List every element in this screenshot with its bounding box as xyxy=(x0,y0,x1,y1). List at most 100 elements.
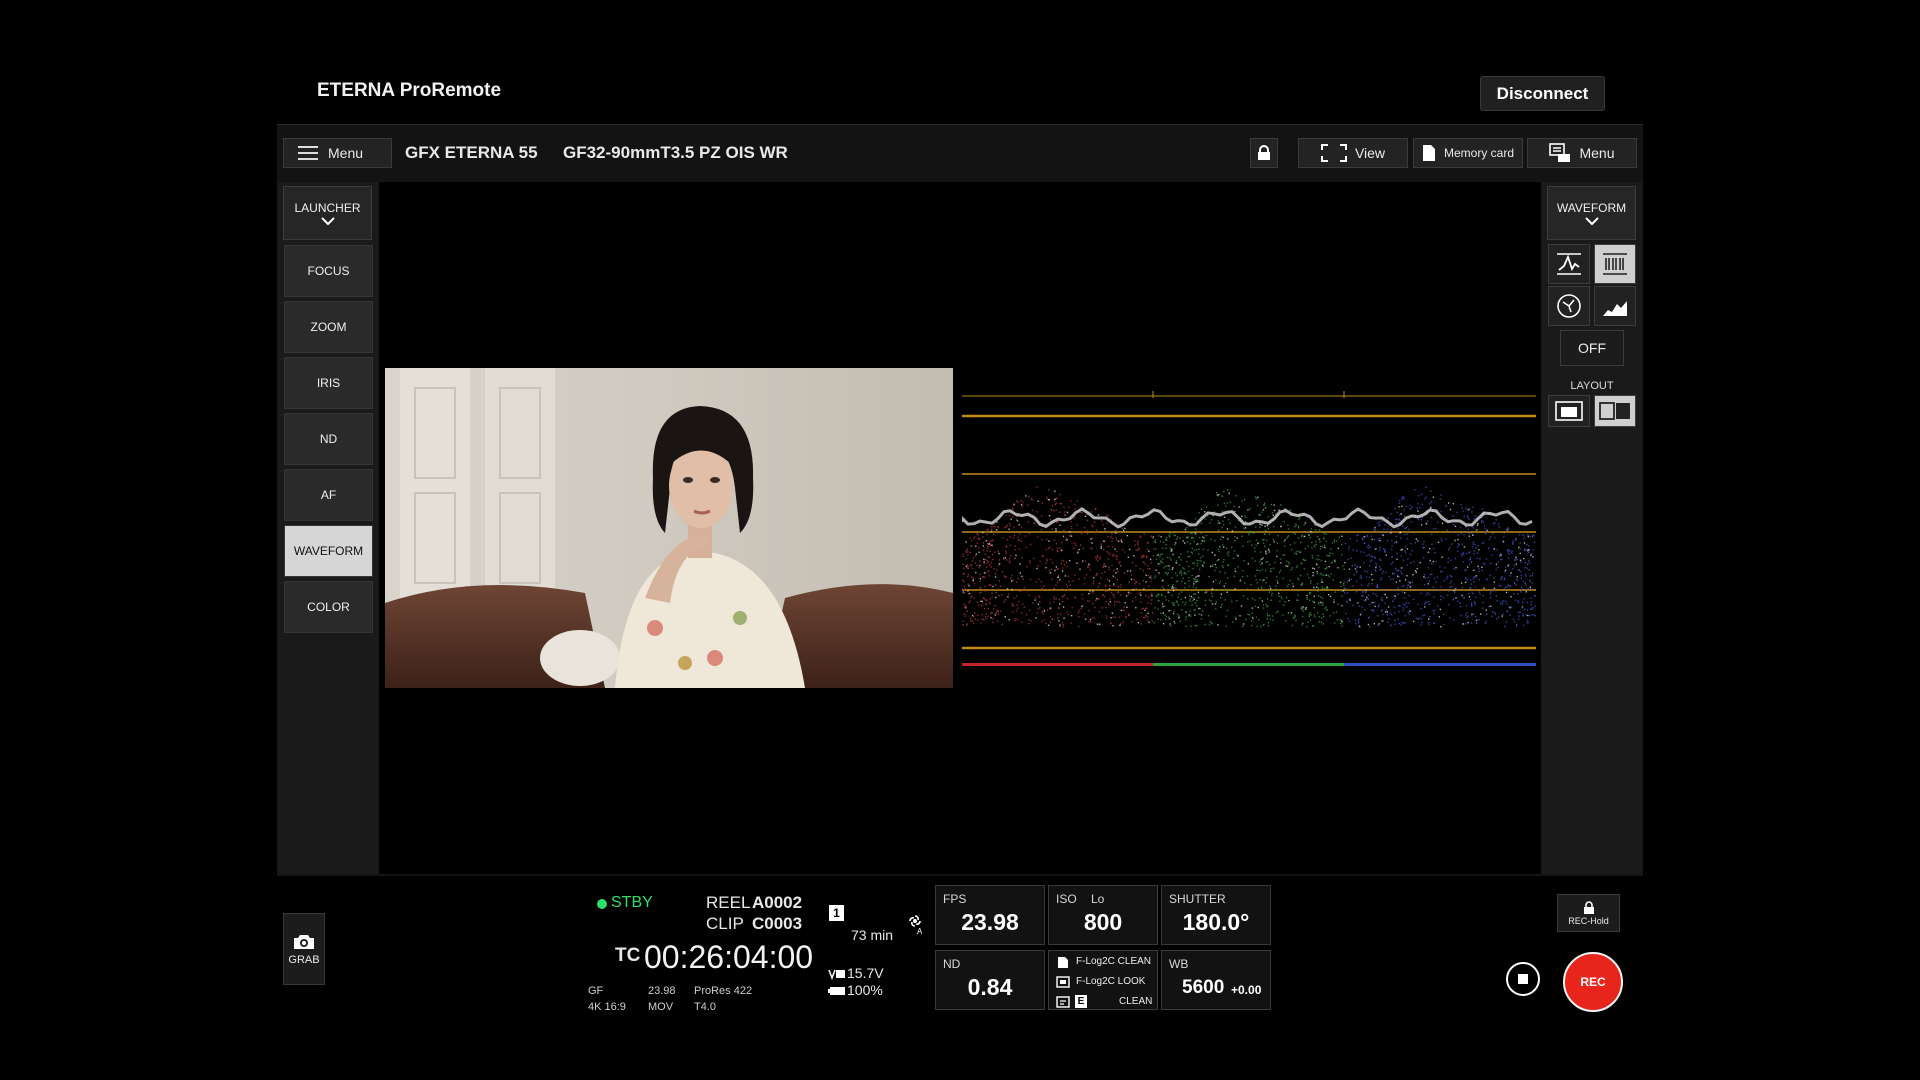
waveform-sample xyxy=(1402,603,1404,605)
rec-button[interactable]: REC xyxy=(1563,952,1623,1012)
waveform-sample xyxy=(1179,570,1182,572)
waveform-sample xyxy=(1140,623,1142,625)
nd-tile[interactable]: ND 0.84 xyxy=(935,950,1045,1010)
waveform-sample xyxy=(1519,552,1521,555)
waveform-sample xyxy=(1411,550,1413,552)
waveform-mode-dropdown[interactable]: WAVEFORM xyxy=(1547,186,1636,240)
waveform-sample xyxy=(1446,529,1448,531)
wb-tile[interactable]: WB 5600 +0.00 xyxy=(1161,950,1271,1010)
wb-value: 5600 xyxy=(1182,977,1225,998)
grab-button[interactable]: GRAB xyxy=(283,913,325,985)
waveform-sample xyxy=(1418,495,1420,497)
waveform-sample xyxy=(1176,613,1179,615)
waveform-sample xyxy=(1515,625,1518,627)
waveform-sample xyxy=(1037,565,1039,567)
rec-hold-button[interactable]: REC-Hold xyxy=(1557,894,1620,932)
waveform-sample xyxy=(1190,532,1193,535)
waveform-sample xyxy=(1070,535,1073,537)
waveform-sample xyxy=(1264,533,1266,535)
launcher-color[interactable]: COLOR xyxy=(284,581,373,633)
waveform-sample xyxy=(1035,597,1037,599)
waveform-sample xyxy=(1261,562,1263,564)
waveform-sample xyxy=(1488,605,1490,608)
waveform-sample xyxy=(1145,590,1148,592)
waveform-sample xyxy=(1247,531,1249,534)
waveform-sample xyxy=(1257,619,1260,621)
waveform-sample xyxy=(985,613,988,615)
waveform-sample xyxy=(1078,625,1080,628)
waveform-sample xyxy=(1004,599,1007,601)
iso-tile[interactable]: ISO Lo 800 xyxy=(1048,885,1158,945)
waveform-sample xyxy=(962,624,965,626)
waveform-sample xyxy=(1119,594,1122,596)
waveform-sample xyxy=(1247,613,1249,615)
shutter-tile[interactable]: SHUTTER 180.0° xyxy=(1161,885,1271,945)
waveform-sample xyxy=(1307,621,1309,623)
launcher-iris[interactable]: IRIS xyxy=(284,357,373,409)
waveform-sample xyxy=(1288,599,1290,602)
waveform-sample xyxy=(1317,587,1319,589)
waveform-sample xyxy=(974,562,977,564)
vectorscope-button[interactable] xyxy=(1548,286,1590,326)
waveform-sample xyxy=(1260,558,1262,561)
menu-button[interactable]: Menu xyxy=(283,138,392,168)
view-button[interactable]: View xyxy=(1298,138,1408,168)
waveform-sample xyxy=(1074,508,1076,510)
stop-button[interactable] xyxy=(1506,962,1540,996)
waveform-sample xyxy=(1423,614,1426,616)
waveform-sample xyxy=(967,565,969,567)
waveform-sample xyxy=(1459,602,1461,604)
camera-menu-button[interactable]: Menu xyxy=(1527,138,1637,168)
waveform-sample xyxy=(1059,624,1061,626)
waveform-sample xyxy=(1165,615,1168,618)
waveform-sample xyxy=(1008,528,1010,530)
launcher-zoom[interactable]: ZOOM xyxy=(284,301,373,353)
waveform-sample xyxy=(1397,527,1399,530)
waveform-sample xyxy=(966,567,968,569)
lock-button[interactable] xyxy=(1250,138,1278,168)
waveform-sample xyxy=(1439,608,1442,611)
waveform-sample xyxy=(1468,596,1471,598)
waveform-sample xyxy=(996,569,998,571)
waveform-sample xyxy=(1399,519,1401,522)
waveform-sample xyxy=(1151,592,1153,595)
waveform-sample xyxy=(1049,572,1052,574)
launcher-nd[interactable]: ND xyxy=(284,413,373,465)
disconnect-button[interactable]: Disconnect xyxy=(1480,76,1605,111)
waveform-sample xyxy=(1324,607,1326,610)
waveform-sample xyxy=(1197,580,1199,583)
waveform-sample xyxy=(1503,536,1505,538)
waveform-sample xyxy=(1064,532,1066,534)
waveform-sample xyxy=(1300,535,1303,537)
fps-tile[interactable]: FPS 23.98 xyxy=(935,885,1045,945)
waveform-sample xyxy=(1125,615,1127,618)
waveform-sample xyxy=(1130,578,1133,580)
waveform-sample xyxy=(1081,597,1084,600)
waveform-sample xyxy=(1512,543,1514,545)
waveform-sample xyxy=(1482,601,1484,604)
layout-pip-button[interactable] xyxy=(1548,395,1590,427)
scope-off-button[interactable]: OFF xyxy=(1560,330,1624,366)
launcher-waveform[interactable]: WAVEFORM xyxy=(284,525,373,577)
waveform-sample xyxy=(1462,510,1464,512)
memory-card-button[interactable]: Memory card xyxy=(1413,138,1523,168)
waveform-sample xyxy=(992,539,994,541)
waveform-sample xyxy=(1314,616,1316,618)
waveform-sample xyxy=(1006,524,1008,527)
waveform-sample xyxy=(1403,515,1406,517)
waveform-sample xyxy=(1491,611,1494,613)
waveform-parade-button[interactable] xyxy=(1594,244,1636,284)
layout-split-button[interactable] xyxy=(1594,395,1636,427)
waveform-sample xyxy=(1265,603,1267,606)
launcher-af[interactable]: AF xyxy=(284,469,373,521)
launcher-dropdown[interactable]: LAUNCHER xyxy=(283,186,372,240)
waveform-luma-button[interactable] xyxy=(1548,244,1590,284)
launcher-focus[interactable]: FOCUS xyxy=(284,245,373,297)
waveform-sample xyxy=(1476,622,1478,624)
waveform-sample xyxy=(1002,557,1005,559)
look-tile[interactable]: F-Log2C CLEAN F-Log2C LOOK E CLEAN xyxy=(1048,950,1158,1010)
waveform-sample xyxy=(1049,558,1052,561)
histogram-button[interactable] xyxy=(1594,286,1636,326)
waveform-sample xyxy=(1519,611,1521,613)
waveform-sample xyxy=(1366,554,1368,557)
